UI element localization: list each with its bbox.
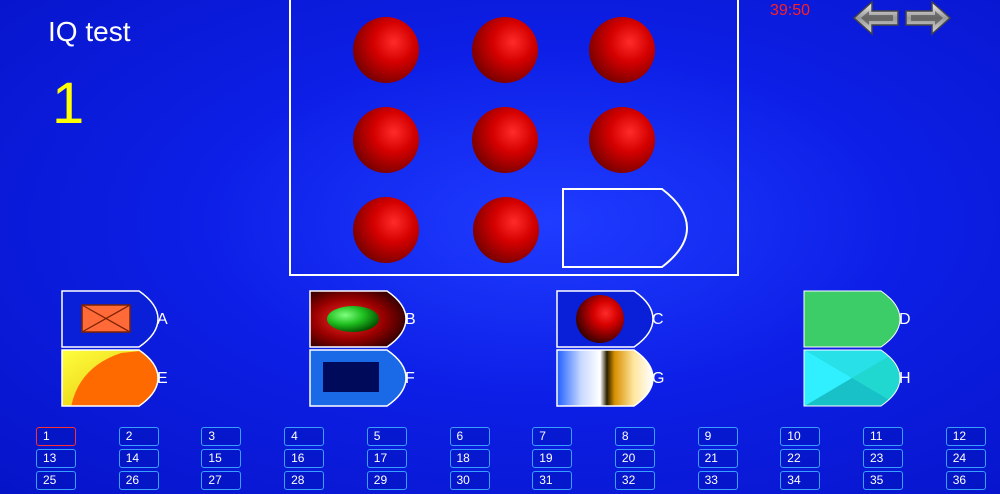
question-nav-button[interactable]: 33 bbox=[697, 471, 738, 490]
question-nav-button[interactable]: 9 bbox=[697, 427, 738, 446]
question-nav-button[interactable]: 23 bbox=[863, 449, 903, 468]
question-nav-button[interactable]: 24 bbox=[945, 449, 986, 468]
question-nav-button[interactable]: 28 bbox=[284, 471, 325, 490]
option-c[interactable] bbox=[556, 290, 654, 348]
question-number: 1 bbox=[52, 71, 85, 136]
option-d-label[interactable]: D bbox=[899, 311, 911, 329]
question-nav-button[interactable]: 14 bbox=[118, 449, 159, 468]
question-nav-button[interactable]: 30 bbox=[449, 471, 490, 490]
timer: 39:50 bbox=[770, 2, 811, 19]
option-e[interactable] bbox=[61, 349, 159, 407]
puzzle-sphere bbox=[353, 17, 419, 83]
question-nav-button[interactable]: 34 bbox=[780, 471, 821, 490]
question-nav-button[interactable]: 19 bbox=[532, 449, 573, 468]
question-nav-button[interactable]: 22 bbox=[780, 449, 821, 468]
question-nav-button[interactable]: 32 bbox=[614, 471, 655, 490]
puzzle-sphere bbox=[353, 107, 419, 173]
question-nav-button[interactable]: 1 bbox=[36, 427, 76, 446]
question-nav-button[interactable]: 5 bbox=[366, 427, 407, 446]
question-nav-button[interactable]: 4 bbox=[284, 427, 325, 446]
app-title: IQ test bbox=[48, 16, 131, 47]
question-nav-button[interactable]: 6 bbox=[449, 427, 490, 446]
question-nav-button[interactable]: 20 bbox=[614, 449, 655, 468]
arrow-right-icon bbox=[905, 0, 952, 36]
option-h-label[interactable]: H bbox=[899, 370, 911, 388]
question-nav-button[interactable]: 10 bbox=[780, 427, 821, 446]
option-b-label[interactable]: B bbox=[405, 311, 416, 329]
question-nav-button[interactable]: 31 bbox=[532, 471, 573, 490]
question-nav-button[interactable]: 18 bbox=[449, 449, 490, 468]
question-nav-button[interactable]: 36 bbox=[945, 471, 986, 490]
question-nav-button[interactable]: 26 bbox=[118, 471, 159, 490]
next-button[interactable] bbox=[904, 0, 952, 36]
option-a[interactable] bbox=[61, 290, 159, 348]
option-e-label[interactable]: E bbox=[157, 370, 168, 388]
option-d[interactable] bbox=[803, 290, 901, 348]
question-nav-button[interactable]: 16 bbox=[284, 449, 325, 468]
question-nav-button[interactable]: 11 bbox=[863, 427, 903, 446]
question-nav-button[interactable]: 7 bbox=[532, 427, 573, 446]
question-nav-button[interactable]: 21 bbox=[697, 449, 738, 468]
option-c-label[interactable]: C bbox=[652, 311, 664, 329]
question-nav-button[interactable]: 27 bbox=[201, 471, 242, 490]
question-nav-button[interactable]: 17 bbox=[366, 449, 407, 468]
question-nav-button[interactable]: 12 bbox=[945, 427, 986, 446]
puzzle-sphere bbox=[473, 197, 539, 263]
question-nav-button[interactable]: 3 bbox=[201, 427, 242, 446]
option-f[interactable] bbox=[309, 349, 407, 407]
puzzle-sphere bbox=[589, 17, 655, 83]
puzzle-sphere bbox=[472, 17, 538, 83]
question-nav-button[interactable]: 13 bbox=[36, 449, 76, 468]
question-nav-button[interactable]: 35 bbox=[863, 471, 903, 490]
option-b[interactable] bbox=[309, 290, 407, 348]
question-nav-button[interactable]: 29 bbox=[366, 471, 407, 490]
question-nav-button[interactable]: 2 bbox=[118, 427, 159, 446]
option-a-label[interactable]: A bbox=[157, 311, 168, 329]
option-g-label[interactable]: G bbox=[652, 370, 664, 388]
question-nav-button[interactable]: 15 bbox=[201, 449, 242, 468]
question-nav-button[interactable]: 8 bbox=[614, 427, 655, 446]
question-nav-button[interactable]: 25 bbox=[36, 471, 76, 490]
option-h[interactable] bbox=[803, 349, 901, 407]
arrow-left-icon bbox=[852, 0, 899, 36]
puzzle-sphere bbox=[353, 197, 419, 263]
puzzle-sphere bbox=[589, 107, 655, 173]
previous-button[interactable] bbox=[852, 0, 900, 36]
answer-placeholder bbox=[562, 188, 689, 268]
puzzle-sphere bbox=[472, 107, 538, 173]
option-f-label[interactable]: F bbox=[405, 370, 415, 388]
option-g[interactable] bbox=[556, 349, 654, 407]
